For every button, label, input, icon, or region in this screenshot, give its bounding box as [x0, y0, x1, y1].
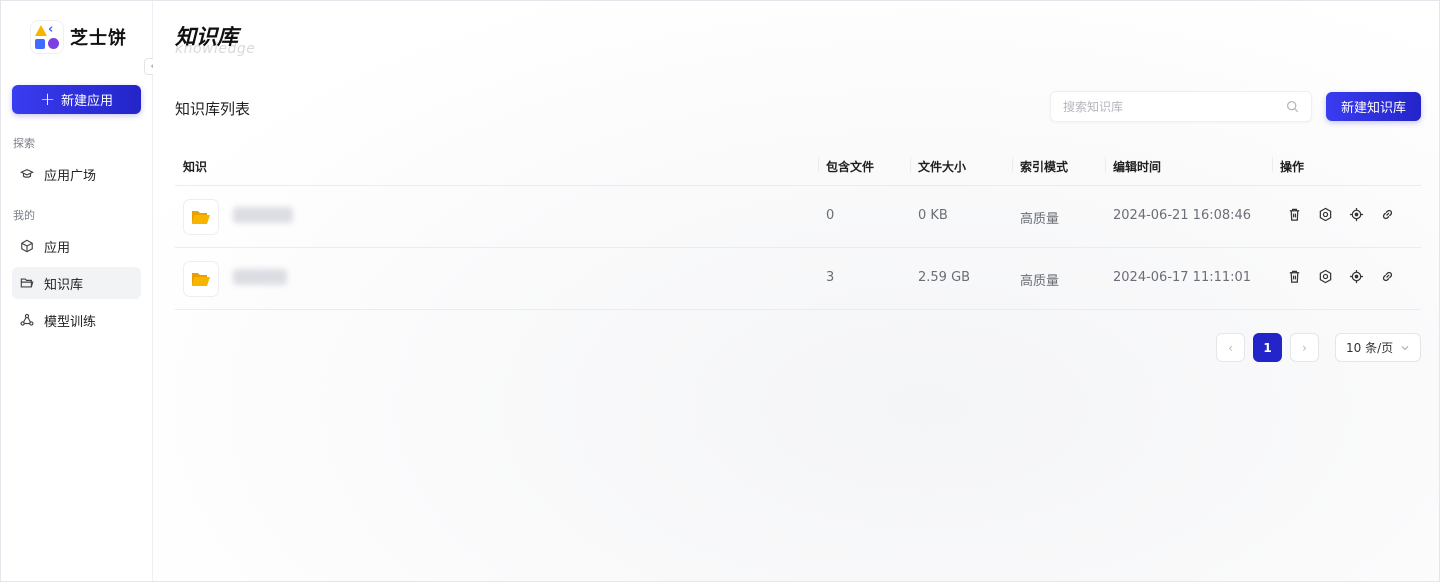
column-header: 索引模式 [1020, 160, 1069, 174]
knowledge-name-redacted [233, 269, 287, 285]
search-box [1050, 91, 1312, 122]
section-mine-label: 我的 [13, 209, 35, 222]
cube-icon [21, 239, 33, 253]
file-size: 2.59 GB [918, 270, 971, 285]
file-size: 0 KB [918, 208, 948, 223]
search-input[interactable] [1063, 99, 1286, 114]
folder-icon [20, 278, 34, 288]
folder-open-icon [183, 199, 219, 235]
column-header: 文件大小 [918, 160, 967, 174]
list-title: 知识库列表 [175, 100, 251, 118]
column-header: 知识 [183, 160, 208, 174]
chevron-right-icon: › [1302, 340, 1307, 355]
sidebar-item-model-training[interactable]: 模型训练 [12, 304, 141, 336]
knowledge-name-redacted [233, 207, 293, 223]
row-actions [1287, 207, 1395, 222]
link-icon[interactable] [1380, 207, 1395, 222]
trash-icon[interactable] [1287, 269, 1302, 284]
page-size-value: 10 条/页 [1346, 341, 1394, 355]
page-title: 知识库 [175, 25, 238, 49]
plus-icon: + [39, 88, 56, 110]
new-app-button[interactable]: + 新建应用 [12, 85, 141, 114]
trash-icon[interactable] [1287, 207, 1302, 222]
target-icon[interactable] [1349, 269, 1364, 284]
sidebar-item-label: 知识库 [44, 277, 84, 293]
section-explore-label: 探索 [13, 137, 35, 150]
network-icon [20, 313, 34, 326]
logo: ‹ 芝士饼 [30, 20, 127, 54]
sidebar: ‹ 芝士饼 + 新建应用 探索 应用广场 我的 应用 知识库 模型训练 [1, 1, 153, 581]
search-icon[interactable] [1286, 100, 1299, 113]
app-window: ‹ 芝士饼 + 新建应用 探索 应用广场 我的 应用 知识库 模型训练 know… [0, 0, 1440, 582]
pagination: ‹ 1 › 10 条/页 [1216, 333, 1421, 362]
row-actions [1287, 269, 1395, 284]
grad-cap-icon [20, 168, 34, 178]
knowledge-table: 知识 包含文件 文件大小 索引模式 编辑时间 操作 0 0 KB 高质量 202… [175, 145, 1421, 310]
sidebar-item-label: 模型训练 [44, 314, 97, 330]
page-number-button[interactable]: 1 [1253, 333, 1282, 362]
new-app-label: 新建应用 [61, 94, 114, 109]
link-icon[interactable] [1380, 269, 1395, 284]
gear-icon[interactable] [1318, 269, 1333, 284]
sidebar-item-label: 应用广场 [44, 168, 97, 184]
column-header: 操作 [1280, 160, 1305, 174]
table-row[interactable]: 0 0 KB 高质量 2024-06-21 16:08:46 [175, 186, 1421, 248]
next-page-button[interactable]: › [1290, 333, 1319, 362]
edited-time: 2024-06-17 11:11:01 [1113, 270, 1252, 285]
file-count: 3 [826, 270, 835, 285]
column-header: 编辑时间 [1113, 160, 1162, 174]
target-icon[interactable] [1349, 207, 1364, 222]
index-mode: 高质量 [1020, 212, 1060, 227]
folder-open-icon [183, 261, 219, 297]
column-header: 包含文件 [826, 160, 875, 174]
sidebar-item-label: 应用 [44, 240, 71, 256]
chevron-down-icon [1401, 345, 1409, 350]
brand-name: 芝士饼 [70, 28, 127, 49]
page-size-select[interactable]: 10 条/页 [1335, 333, 1421, 362]
new-knowledge-button[interactable]: 新建知识库 [1326, 92, 1421, 121]
table-row[interactable]: 3 2.59 GB 高质量 2024-06-17 11:11:01 [175, 248, 1421, 310]
prev-page-button[interactable]: ‹ [1216, 333, 1245, 362]
edited-time: 2024-06-21 16:08:46 [1113, 208, 1252, 223]
file-count: 0 [826, 208, 835, 223]
logo-icon: ‹ [30, 20, 64, 54]
gear-icon[interactable] [1318, 207, 1333, 222]
chevron-left-icon: ‹ [1228, 340, 1233, 355]
index-mode: 高质量 [1020, 274, 1060, 289]
sidebar-item-app-square[interactable]: 应用广场 [12, 158, 141, 190]
sidebar-item-knowledge[interactable]: 知识库 [12, 267, 141, 299]
main-content: knowledge 知识库 知识库列表 新建知识库 知识 包含文件 文件大小 索… [153, 1, 1439, 581]
sidebar-item-apps[interactable]: 应用 [12, 230, 141, 262]
table-header: 知识 包含文件 文件大小 索引模式 编辑时间 操作 [175, 145, 1421, 186]
